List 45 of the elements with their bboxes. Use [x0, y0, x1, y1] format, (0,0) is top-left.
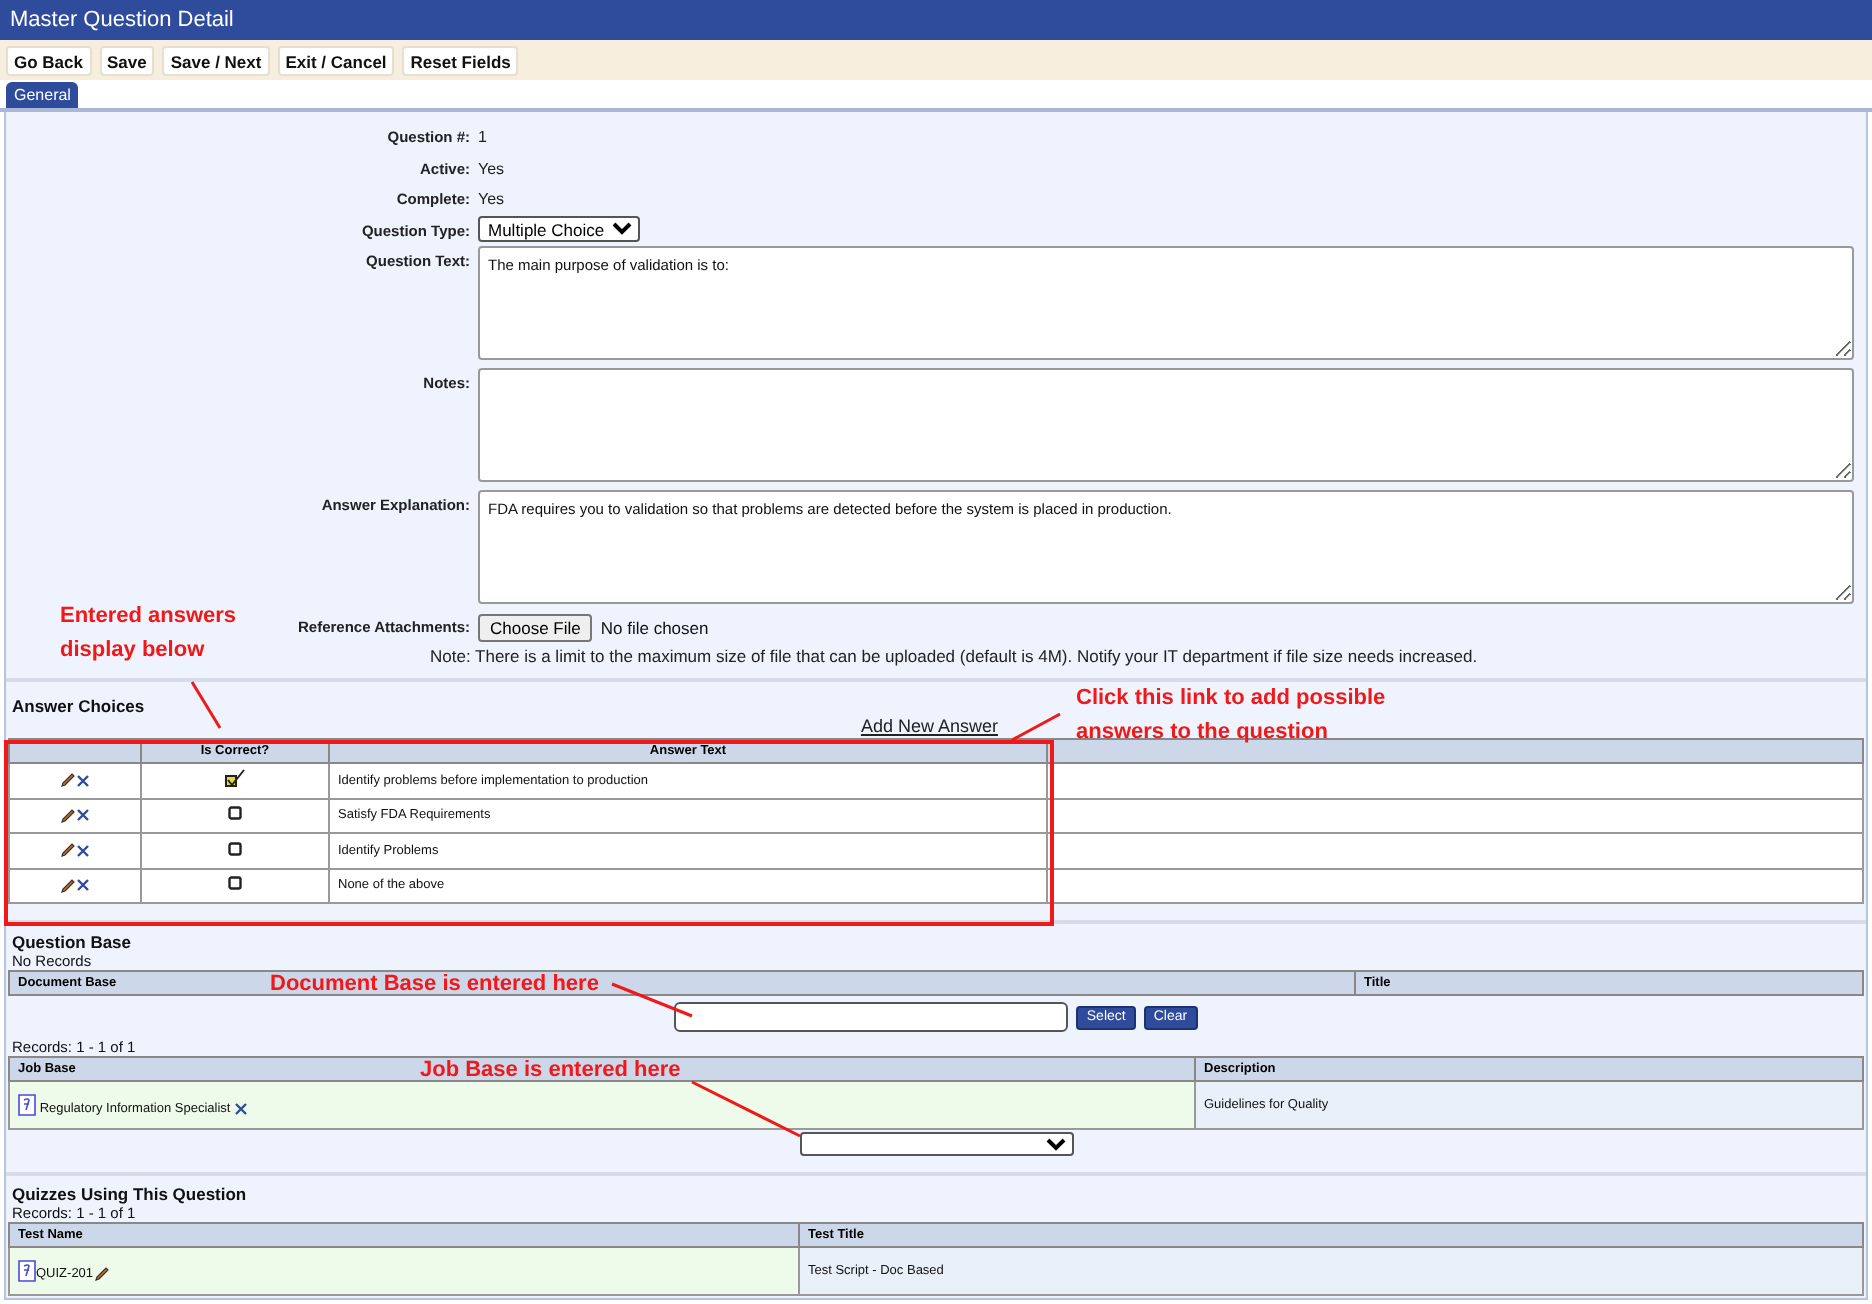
- upload-note: Note: There is a limit to the maximum size of file that can be uploaded (default is 4M). Notify your IT department if file size needs increased.: [430, 646, 1478, 670]
- close-icon[interactable]: [76, 878, 90, 893]
- annotation-text: Click this link to add possible answers to the question: [1076, 684, 1388, 748]
- close-icon[interactable]: [76, 808, 90, 823]
- leader-line: [611, 982, 693, 1018]
- add-new-answer-link[interactable]: Add New Answer: [860, 716, 998, 738]
- section-title: Answer Choices: [12, 696, 145, 716]
- question-type-select[interactable]: Multiple Choice: [478, 215, 640, 241]
- field-value: Yes: [478, 188, 507, 208]
- checkbox[interactable]: [228, 876, 242, 891]
- file-status: No file chosen: [600, 618, 709, 638]
- section-title: Quizzes Using This Question: [12, 1184, 247, 1204]
- checkbox[interactable]: [228, 841, 242, 856]
- section-title: Question Base: [12, 932, 132, 952]
- toolbar-button[interactable]: Reset Fields: [402, 45, 519, 75]
- field-value: 1: [478, 126, 489, 146]
- pencil-icon[interactable]: [60, 877, 76, 894]
- document-base-input[interactable]: [674, 1002, 1069, 1032]
- job-base-select[interactable]: [799, 1132, 1073, 1156]
- leader-line: [691, 1080, 801, 1138]
- leader-line: [190, 681, 222, 729]
- checked-checkbox[interactable]: [224, 768, 246, 789]
- close-icon[interactable]: [76, 843, 90, 858]
- document-icon[interactable]: [18, 1094, 36, 1116]
- close-icon[interactable]: [234, 1101, 249, 1116]
- pencil-icon[interactable]: [60, 772, 76, 789]
- document-icon[interactable]: [18, 1260, 36, 1282]
- choose-file-button[interactable]: Choose File: [478, 614, 593, 642]
- pencil-icon[interactable]: [60, 842, 76, 859]
- window-title: Master Question Detail: [0, 0, 1872, 40]
- annotation-text: Job Base is entered here: [420, 1056, 681, 1086]
- field-value: Yes: [478, 157, 507, 177]
- pencil-icon[interactable]: [93, 1266, 110, 1282]
- annotation-text: Entered answers display below: [60, 602, 239, 666]
- toolbar-button[interactable]: Save: [99, 45, 155, 75]
- annotation-text: Document Base is entered here: [270, 970, 599, 1000]
- toolbar-button[interactable]: Exit / Cancel: [277, 45, 395, 75]
- close-icon[interactable]: [76, 773, 90, 788]
- tab[interactable]: General: [6, 82, 79, 108]
- toolbar-button[interactable]: Go Back: [6, 45, 91, 75]
- leader-line: [1011, 712, 1061, 742]
- pencil-icon[interactable]: [60, 807, 76, 824]
- text-area[interactable]: [478, 368, 1854, 482]
- checkbox[interactable]: [228, 806, 242, 821]
- toolbar-button[interactable]: Save / Next: [162, 45, 270, 75]
